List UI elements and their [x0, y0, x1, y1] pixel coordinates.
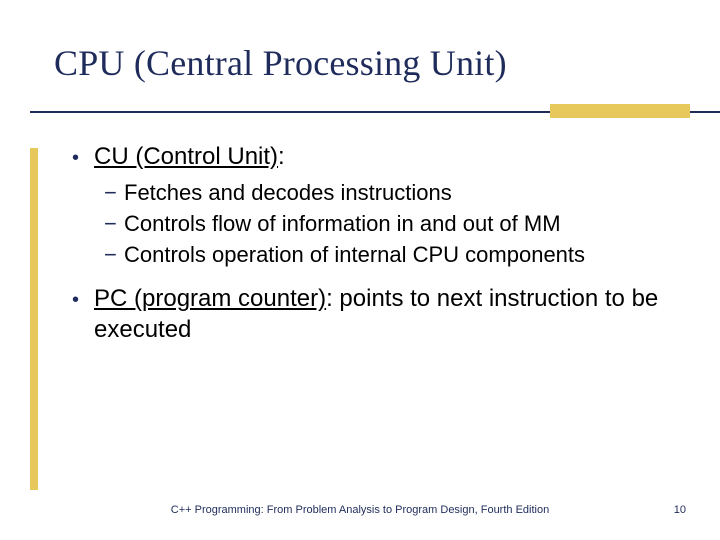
bullet-level1: • PC (program counter): points to next i… [72, 284, 664, 345]
title-block: CPU (Central Processing Unit) [54, 44, 688, 84]
bullet-dash-icon: − [104, 179, 124, 207]
content-area: • CU (Control Unit): − Fetches and decod… [72, 142, 664, 352]
bullet-level2: − Controls operation of internal CPU com… [104, 241, 664, 269]
bullet-tail: : [278, 143, 285, 170]
bullet-dot-icon: • [72, 142, 94, 172]
bullet-lead: PC (program counter) [94, 285, 326, 312]
rule-accent [550, 104, 690, 118]
footer-text: C++ Programming: From Problem Analysis t… [0, 504, 720, 516]
title-rule [30, 104, 720, 120]
bullet-dash-icon: − [104, 210, 124, 238]
slide: CPU (Central Processing Unit) • CU (Cont… [0, 0, 720, 540]
bullet-dot-icon: • [72, 284, 94, 314]
left-accent-bar [30, 148, 38, 490]
spacer [72, 272, 664, 284]
bullet-dash-icon: − [104, 241, 124, 269]
bullet-text: CU (Control Unit): [94, 142, 664, 173]
bullet-text: PC (program counter): points to next ins… [94, 284, 664, 345]
bullet-text: Fetches and decodes instructions [124, 179, 664, 207]
bullet-text: Controls flow of information in and out … [124, 210, 664, 238]
bullet-level1: • CU (Control Unit): [72, 142, 664, 173]
bullet-level2: − Controls flow of information in and ou… [104, 210, 664, 238]
page-number: 10 [674, 504, 686, 516]
bullet-lead: CU (Control Unit) [94, 143, 278, 170]
bullet-text: Controls operation of internal CPU compo… [124, 241, 664, 269]
slide-title: CPU (Central Processing Unit) [54, 44, 688, 84]
bullet-level2: − Fetches and decodes instructions [104, 179, 664, 207]
